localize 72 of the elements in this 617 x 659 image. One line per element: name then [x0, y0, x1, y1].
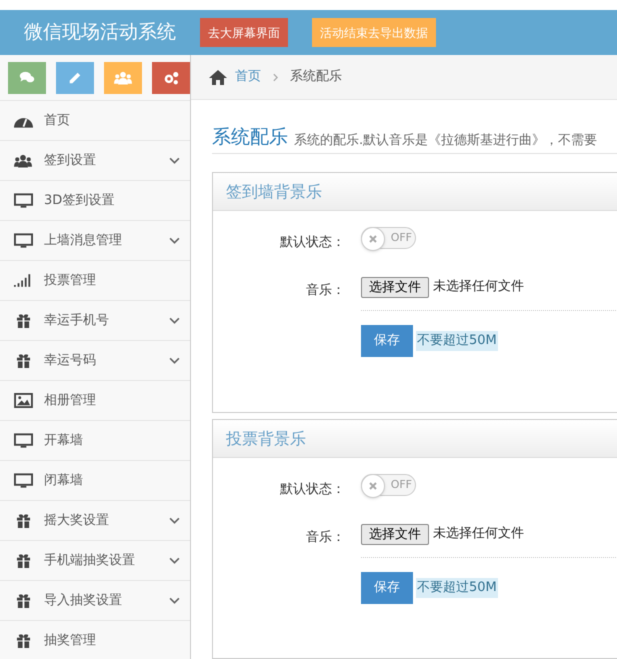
menu-label: 导入抽奖设置	[44, 592, 123, 610]
choose-file-button[interactable]: 选择文件	[361, 524, 429, 545]
sidebar-item[interactable]: 签到设置	[0, 140, 190, 180]
menu-label: 签到设置	[44, 152, 97, 170]
size-hint: 不要超过50M	[416, 578, 498, 598]
sidebar-item[interactable]: 幸运号码	[0, 340, 190, 380]
gift-icon	[16, 313, 30, 328]
chevron-right-icon	[273, 72, 278, 82]
size-hint: 不要超过50M	[416, 331, 498, 351]
form-label: 默认状态：	[279, 481, 345, 499]
form-label: 默认状态：	[279, 234, 345, 252]
home-icon	[209, 69, 227, 85]
page-title: 系统配乐	[212, 128, 288, 147]
breadcrumb-current: 系统配乐	[290, 68, 342, 86]
gift-icon	[16, 553, 30, 568]
shortcut-button[interactable]	[104, 62, 142, 94]
monitor-icon	[14, 192, 32, 208]
menu-label: 3D签到设置	[44, 192, 116, 210]
sidebar-item[interactable]: 手机端抽奖设置	[0, 540, 190, 580]
shortcut-button[interactable]	[152, 62, 190, 94]
menu-label: 幸运手机号	[44, 312, 110, 330]
gears-icon	[162, 70, 180, 84]
sidebar-item[interactable]: 上墙消息管理	[0, 220, 190, 260]
users-icon	[14, 154, 32, 168]
sidebar-item[interactable]: 3D签到设置	[0, 180, 190, 220]
choose-file-button[interactable]: 选择文件	[361, 277, 429, 298]
app-title: 微信现场活动系统	[24, 20, 176, 46]
panel-title: 签到墙背景乐	[226, 180, 322, 202]
chat-icon	[19, 71, 35, 84]
gift-icon	[16, 353, 30, 368]
menu-label: 首页	[44, 112, 71, 130]
sidebar-item[interactable]: 抽奖管理	[0, 620, 190, 659]
sidebar-item[interactable]: 开幕墙	[0, 420, 190, 460]
gift-icon	[16, 593, 30, 608]
sidebar-item[interactable]: 摇大奖设置	[0, 500, 190, 540]
form-label: 音乐：	[305, 282, 345, 300]
menu-label: 投票管理	[44, 272, 97, 290]
file-status: 未选择任何文件	[433, 278, 524, 296]
file-status: 未选择任何文件	[433, 525, 524, 543]
monitor-icon	[14, 432, 32, 448]
sidebar-item[interactable]: 导入抽奖设置	[0, 580, 190, 620]
gift-icon	[16, 633, 30, 648]
menu-label: 闭幕墙	[44, 472, 84, 490]
save-button[interactable]: 保存	[361, 572, 413, 604]
save-button[interactable]: 保存	[361, 325, 413, 357]
sidebar-item[interactable]: 投票管理	[0, 260, 190, 300]
menu-label: 手机端抽奖设置	[44, 552, 136, 570]
gift-icon	[16, 513, 30, 528]
shortcut-button[interactable]	[8, 62, 46, 94]
menu-label: 上墙消息管理	[44, 232, 123, 250]
form-label: 音乐：	[305, 529, 345, 547]
signal-bars-icon	[14, 274, 32, 287]
users-icon	[114, 70, 132, 84]
menu-label: 开幕墙	[44, 432, 84, 450]
monitor-icon	[14, 472, 32, 488]
monitor-icon	[14, 232, 32, 248]
menu-label: 摇大奖设置	[44, 512, 110, 530]
header-button[interactable]: 去大屏幕界面	[200, 18, 288, 47]
sidebar-item[interactable]: 闭幕墙	[0, 460, 190, 500]
menu-label: 相册管理	[44, 392, 97, 410]
panel-title: 投票背景乐	[226, 428, 306, 450]
x-icon	[369, 482, 377, 490]
page-subtitle: 系统的配乐.默认音乐是《拉德斯基进行曲》，不需要	[294, 134, 598, 147]
sidebar-item[interactable]: 相册管理	[0, 380, 190, 420]
pencil-icon	[68, 70, 82, 84]
x-icon	[369, 235, 377, 243]
sidebar-item[interactable]: 首页	[0, 100, 190, 140]
shortcut-button[interactable]	[56, 62, 94, 94]
image-icon	[14, 393, 32, 408]
menu-label: 幸运号码	[44, 352, 97, 370]
sidebar-item[interactable]: 幸运手机号	[0, 300, 190, 340]
menu-label: 抽奖管理	[44, 632, 97, 650]
